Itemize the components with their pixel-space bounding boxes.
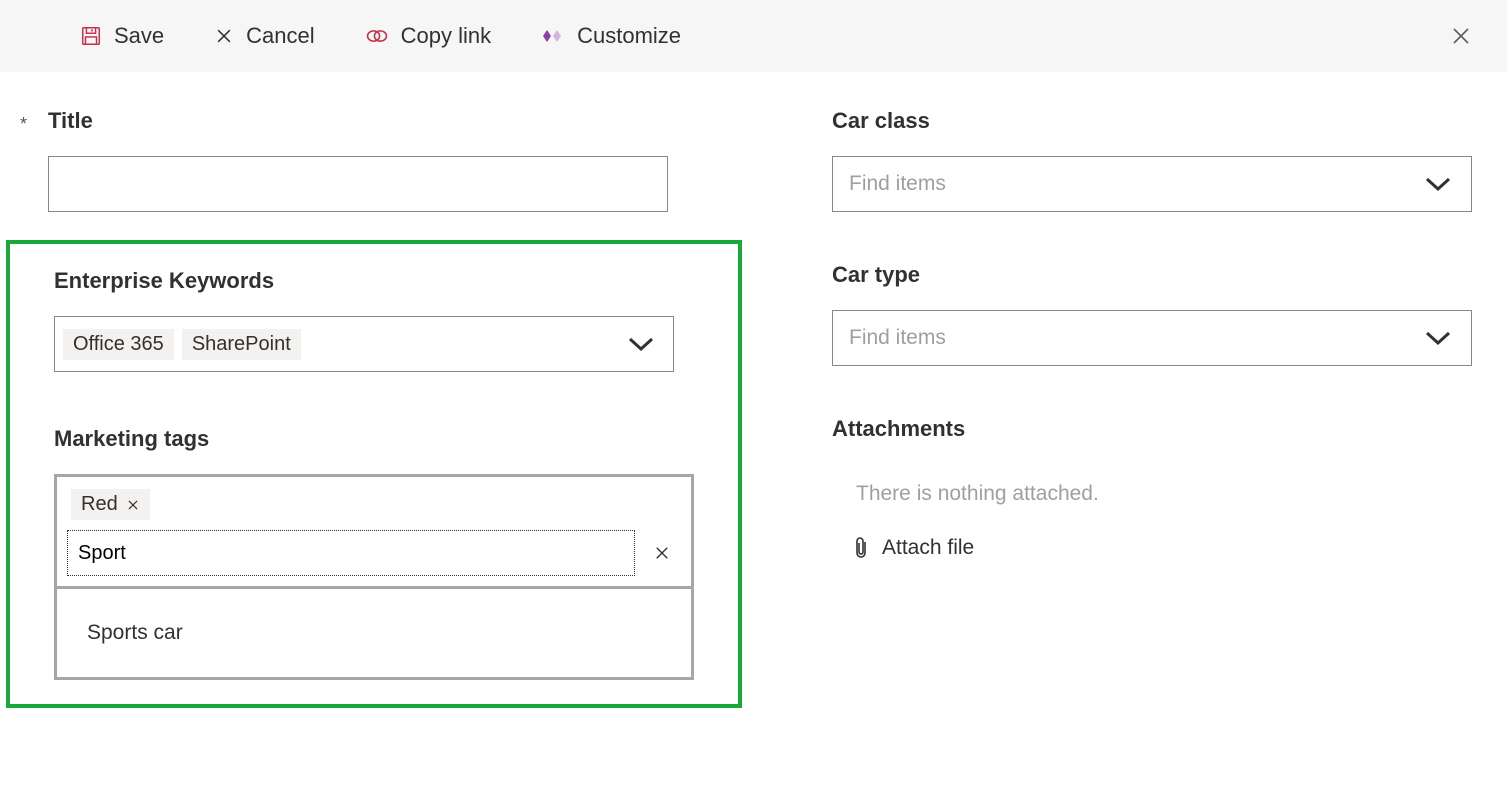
suggestions-dropdown: Sports car: [57, 586, 691, 677]
enterprise-keywords-label: Enterprise Keywords: [54, 268, 694, 294]
enterprise-keywords-picker[interactable]: Office 365 SharePoint: [54, 316, 674, 372]
car-type-field: Car type Find items: [832, 262, 1472, 366]
attachments-empty-text: There is nothing attached.: [832, 464, 1472, 536]
right-column: Car class Find items Car type Find items…: [832, 108, 1472, 560]
left-column: * Title Enterprise Keywords Office 365 S…: [20, 108, 742, 708]
save-icon: [80, 25, 102, 47]
chevron-down-icon[interactable]: [1417, 322, 1459, 354]
save-button[interactable]: Save: [80, 23, 164, 49]
marketing-search-input[interactable]: [67, 530, 635, 576]
title-input[interactable]: [48, 156, 668, 212]
highlighted-region: Enterprise Keywords Office 365 SharePoin…: [6, 240, 742, 708]
marketing-tag[interactable]: Red: [71, 489, 150, 520]
attachment-icon: [852, 536, 870, 560]
customize-button[interactable]: Customize: [541, 23, 681, 49]
customize-icon: [541, 26, 565, 46]
title-field: * Title: [20, 108, 742, 212]
chevron-down-icon[interactable]: [620, 328, 662, 360]
marketing-tag-label: Red: [81, 493, 118, 516]
car-type-label: Car type: [832, 262, 1472, 288]
save-label: Save: [114, 23, 164, 49]
car-type-placeholder: Find items: [849, 326, 946, 350]
marketing-tags-label: Marketing tags: [54, 426, 694, 452]
attach-file-button[interactable]: Attach file: [832, 536, 1472, 560]
toolbar: Save Cancel Copy link Customize: [0, 0, 1507, 72]
car-class-placeholder: Find items: [849, 172, 946, 196]
cancel-icon: [214, 26, 234, 46]
link-icon: [365, 26, 389, 46]
suggestion-item[interactable]: Sports car: [87, 617, 661, 649]
customize-label: Customize: [577, 23, 681, 49]
car-class-label: Car class: [832, 108, 1472, 134]
copy-link-label: Copy link: [401, 23, 491, 49]
cancel-button[interactable]: Cancel: [214, 23, 314, 49]
keyword-tag[interactable]: Office 365: [63, 329, 174, 360]
car-class-lookup[interactable]: Find items: [832, 156, 1472, 212]
attach-file-label: Attach file: [882, 536, 974, 560]
car-type-lookup[interactable]: Find items: [832, 310, 1472, 366]
attachments-label: Attachments: [832, 416, 1472, 442]
clear-search-icon[interactable]: [647, 538, 677, 568]
form-body: * Title Enterprise Keywords Office 365 S…: [0, 72, 1507, 744]
attachments-section: Attachments There is nothing attached. A…: [832, 416, 1472, 560]
chevron-down-icon[interactable]: [1417, 168, 1459, 200]
keyword-tag[interactable]: SharePoint: [182, 329, 301, 360]
required-asterisk: *: [20, 108, 32, 135]
title-label: Title: [48, 108, 742, 134]
cancel-label: Cancel: [246, 23, 314, 49]
copy-link-button[interactable]: Copy link: [365, 23, 491, 49]
marketing-tags-picker: Red Sports car: [54, 474, 694, 680]
tag-remove-icon[interactable]: [126, 498, 140, 512]
close-button[interactable]: [1445, 20, 1477, 52]
car-class-field: Car class Find items: [832, 108, 1472, 212]
